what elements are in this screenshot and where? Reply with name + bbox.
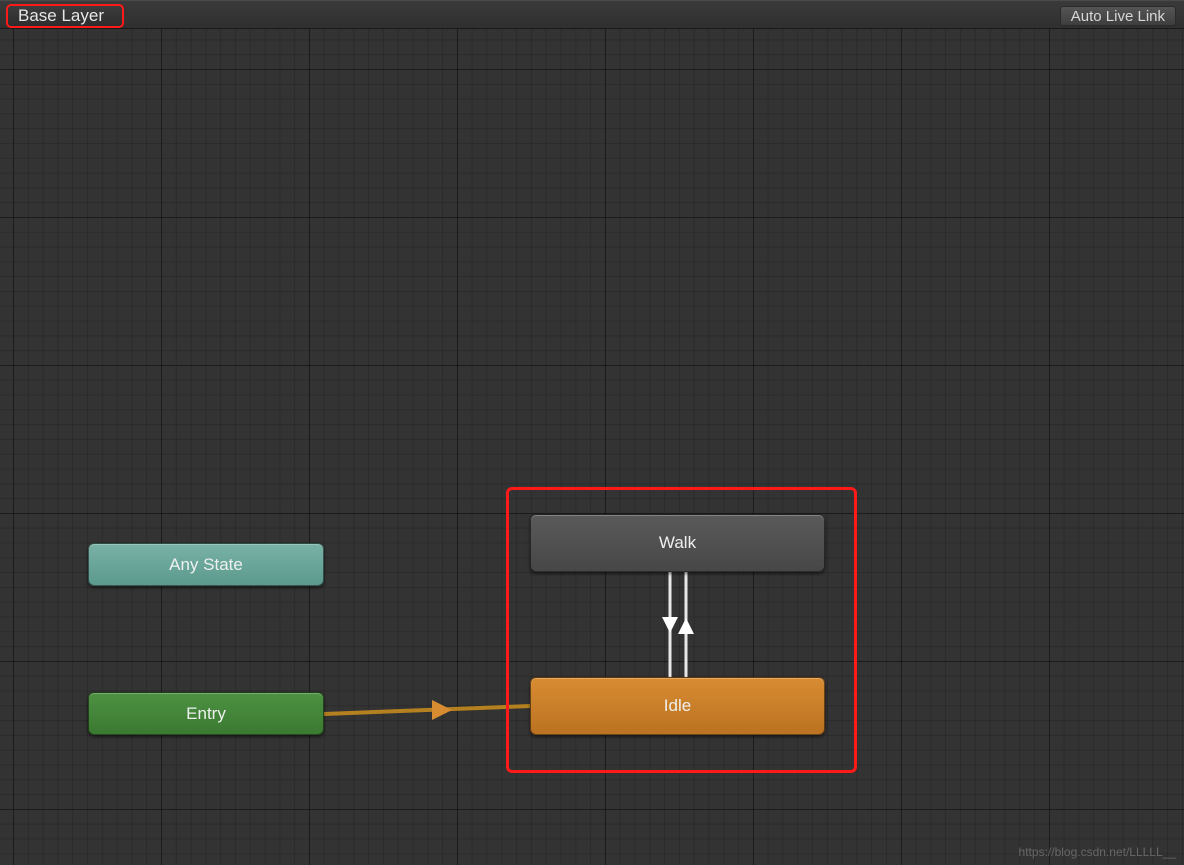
transitions-layer: [0, 29, 1184, 865]
state-node-walk[interactable]: Walk: [530, 514, 825, 572]
state-node-entry[interactable]: Entry: [88, 692, 324, 735]
watermark-text: https://blog.csdn.net/LLLLL__: [1019, 845, 1176, 859]
state-node-any-state[interactable]: Any State: [88, 543, 324, 586]
breadcrumb-base-layer[interactable]: Base Layer: [6, 4, 124, 28]
state-label: Entry: [186, 704, 226, 724]
graph-canvas[interactable]: Any State Entry Walk Idle https://blog.c…: [0, 29, 1184, 865]
state-node-idle[interactable]: Idle: [530, 677, 825, 735]
state-label: Idle: [664, 696, 691, 716]
state-label: Any State: [169, 555, 243, 575]
auto-live-link-button[interactable]: Auto Live Link: [1060, 6, 1176, 26]
topbar: Base Layer Auto Live Link: [0, 0, 1184, 29]
chevron-right-icon: [124, 6, 134, 26]
state-label: Walk: [659, 533, 696, 553]
transition-entry-to-idle[interactable]: [324, 700, 530, 720]
transition-walk-to-idle[interactable]: [662, 572, 678, 677]
animator-window: Base Layer Auto Live Link Any State: [0, 0, 1184, 865]
transition-idle-to-walk[interactable]: [678, 572, 694, 677]
